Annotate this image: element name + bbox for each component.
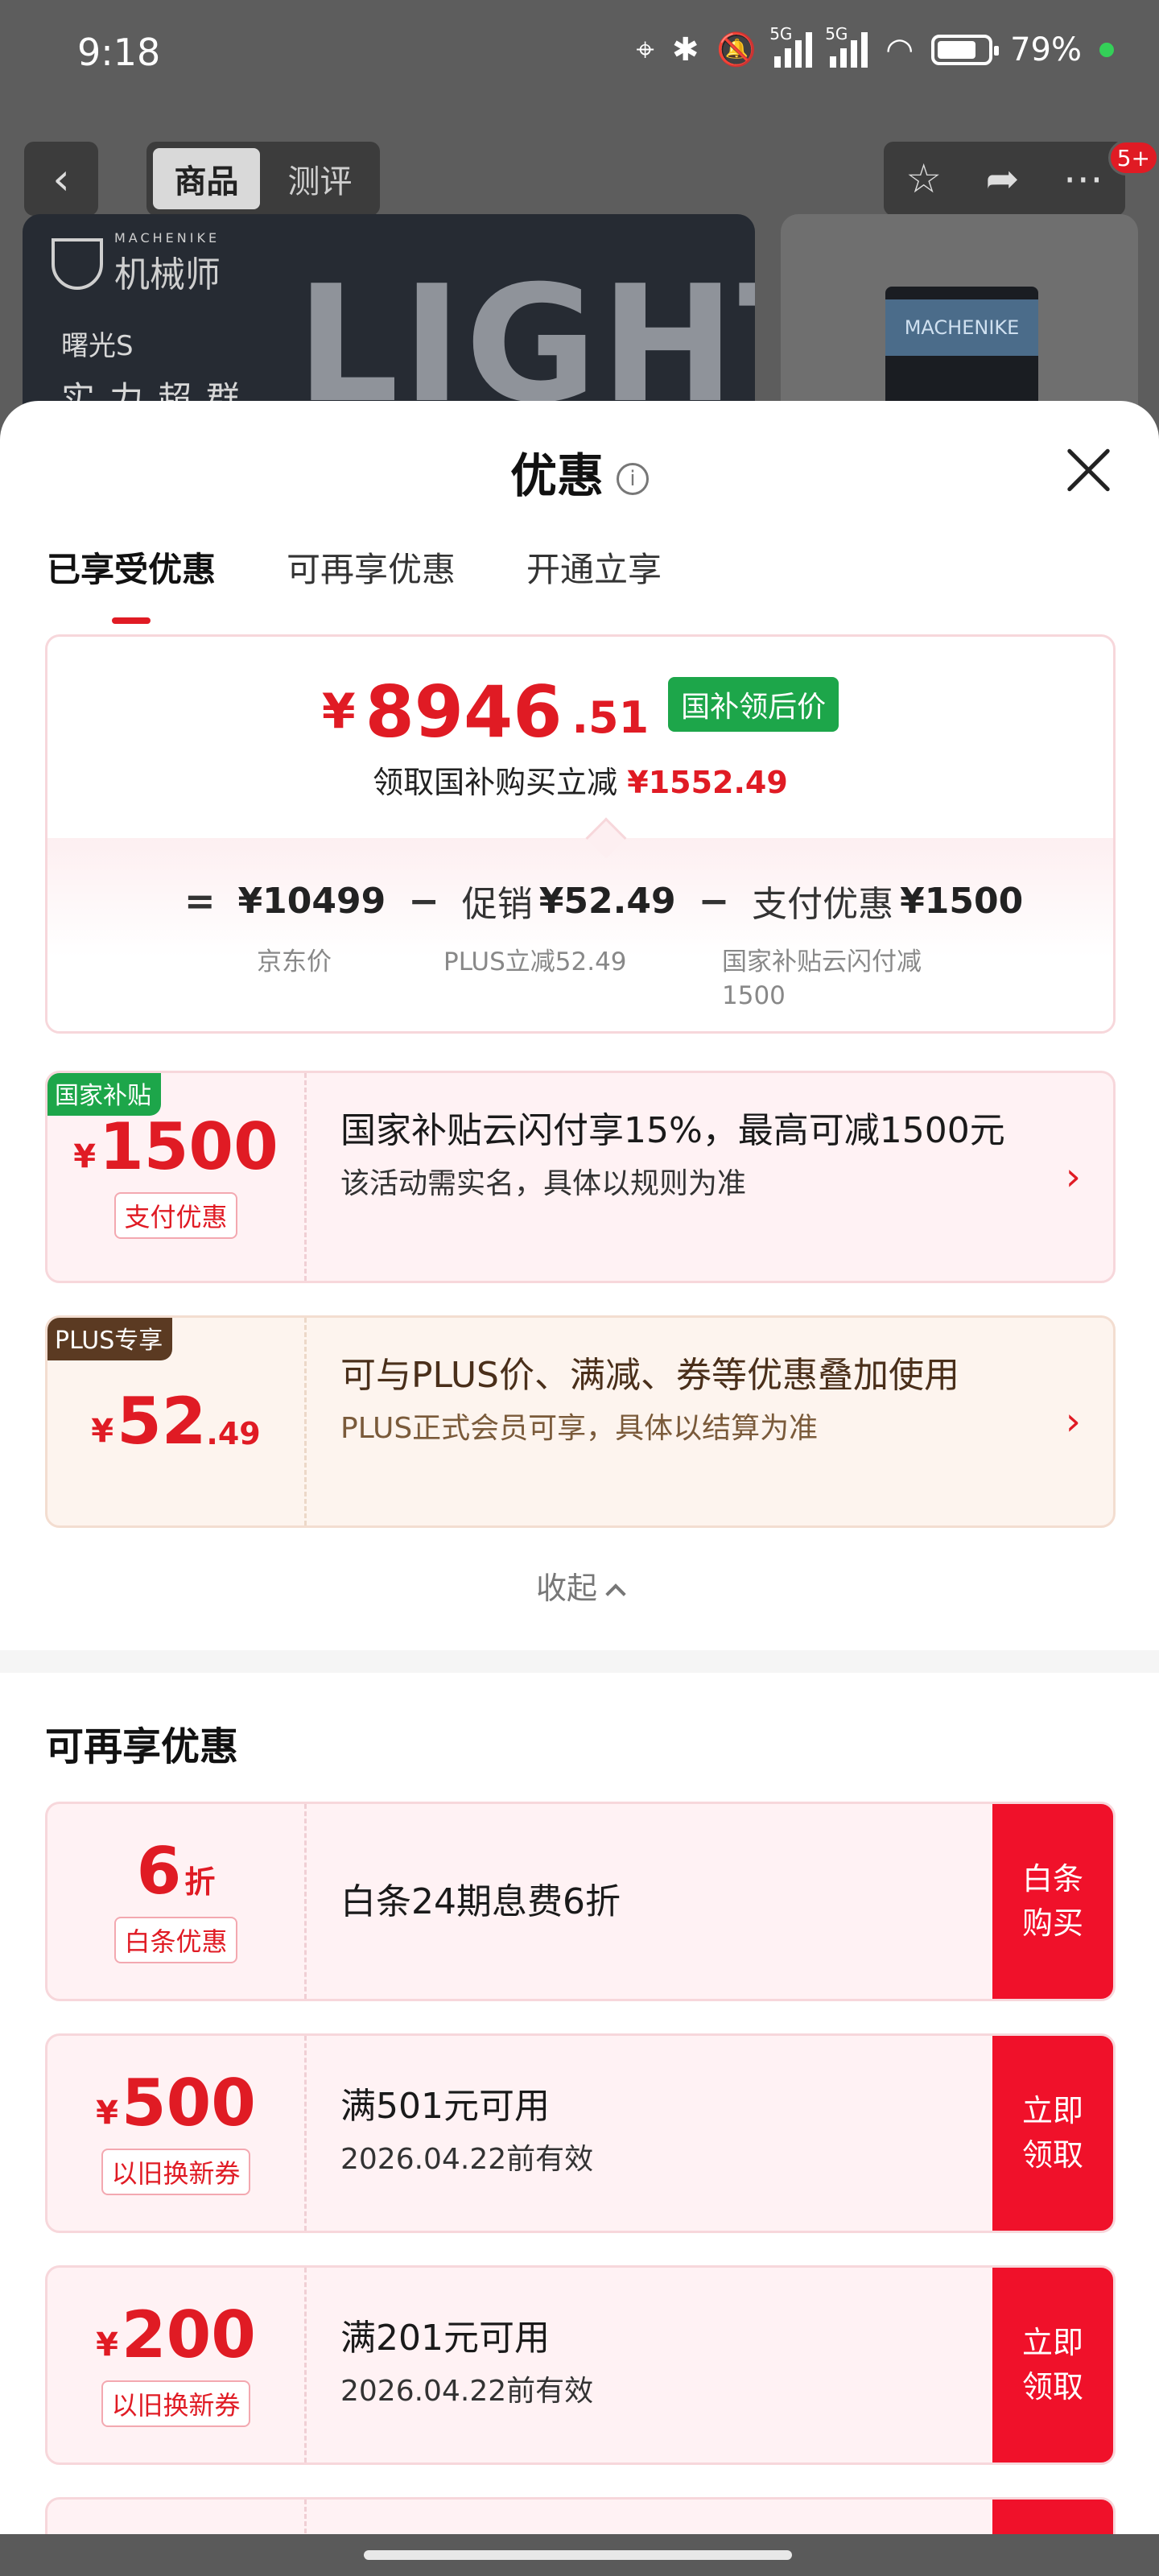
coupon-baitiao: 6折 白条优惠 白条24期息费6折 白条购买 xyxy=(45,1802,1116,2001)
base-price-value: ¥10499 xyxy=(237,880,386,922)
home-indicator-bar xyxy=(0,2534,1159,2576)
tab-review[interactable]: 测评 xyxy=(266,148,373,209)
baitiao-buy-button[interactable]: 白条购买 xyxy=(992,1804,1113,1999)
coupon-body: 国家补贴云闪付享15%，最高可减1500元 该活动需实名，具体以规则为准 xyxy=(340,1105,1041,1202)
message-badge: 5+ xyxy=(1107,140,1159,175)
coupon-title: 满201元可用 xyxy=(340,2318,550,2359)
coupon-amount-section: ¥500 以旧换新券 xyxy=(47,2036,307,2231)
coupon-national-subsidy[interactable]: ¥1500 支付优惠 国家补贴 国家补贴云闪付享15%，最高可减1500元 该活… xyxy=(45,1071,1116,1283)
coupon-type-label: 以旧换新券 xyxy=(101,2149,250,2195)
wifi-icon: ◠ xyxy=(885,31,914,68)
coupon-partial xyxy=(45,2497,1116,2534)
final-price: ¥ 8946 .51 国补领后价 xyxy=(47,677,1113,748)
pay-label: 国家补贴云闪付减 1500 xyxy=(722,947,922,1010)
star-icon[interactable]: ☆ xyxy=(905,155,942,202)
coupon-body: 满501元可用 2026.04.22前有效 xyxy=(340,2081,1041,2178)
coupon-title: 国家补贴云闪付享15%，最高可减1500元 xyxy=(340,1110,1005,1151)
coupon-corner-tag: PLUS专享 xyxy=(47,1318,173,1360)
price-breakdown: = ¥10499 − 促销 ¥52.49 − 支付优惠 ¥1500 京东价 PL… xyxy=(47,838,1113,1031)
coupon-title: 白条24期息费6折 xyxy=(340,1881,621,1922)
claim-coupon-button[interactable]: 立即领取 xyxy=(992,2268,1113,2462)
discount-sheet: 优惠 i 已享受优惠 可再享优惠 开通立享 ¥ 8946 .51 国补领后价 领取… xyxy=(0,401,1159,2534)
coupon-body: 可与PLUS价、满减、券等优惠叠加使用 PLUS正式会员可享，具体以结算为准 xyxy=(340,1350,1041,1447)
coupon-type-label: 白条优惠 xyxy=(114,1917,237,1963)
coupon-validity: 2026.04.22前有效 xyxy=(340,2374,594,2408)
breakdown-row: = ¥10499 − 促销 ¥52.49 − 支付优惠 ¥1500 xyxy=(184,875,1023,927)
chevron-right-icon: › xyxy=(1065,1154,1081,1199)
more-discounts-title: 可再享优惠 xyxy=(45,1724,239,1769)
subsidy-price-tag: 国补领后价 xyxy=(668,677,839,732)
brand-logo: MACHENIKE 机械师 xyxy=(52,230,221,297)
battery-percent: 79% xyxy=(1010,31,1082,68)
coupon-body: 白条24期息费6折 xyxy=(340,1876,1041,1928)
promo-name: 促销 xyxy=(461,884,533,925)
tab-activate[interactable]: 开通立享 xyxy=(526,543,662,592)
pay-value: ¥1500 xyxy=(900,880,1024,922)
coupon-trade-in-200: ¥200 以旧换新券 满201元可用 2026.04.22前有效 立即领取 xyxy=(45,2265,1116,2465)
collapse-button[interactable]: 收起 xyxy=(0,1563,1159,1608)
promo-value: ¥52.49 xyxy=(538,880,676,922)
section-divider xyxy=(0,1650,1159,1673)
status-icons: ⌖ ✱ 🔕 5G 5G ◠ 79% xyxy=(636,24,1114,68)
claim-coupon-button-partial[interactable] xyxy=(992,2500,1113,2534)
bluetooth-icon: ✱ xyxy=(671,31,699,68)
coupon-trade-in-500: ¥500 以旧换新券 满501元可用 2026.04.22前有效 立即领取 xyxy=(45,2033,1116,2233)
tab-product[interactable]: 商品 xyxy=(153,148,260,209)
tab-enjoyed[interactable]: 已享受优惠 xyxy=(47,543,216,624)
chevron-left-icon: ‹ xyxy=(52,153,70,204)
privacy-dot-icon xyxy=(1099,42,1114,57)
home-indicator[interactable] xyxy=(364,2550,792,2560)
pay-name: 支付优惠 xyxy=(752,884,894,925)
product-box-label: MACHENIKE xyxy=(885,299,1038,356)
coupon-corner-tag: 国家补贴 xyxy=(47,1073,161,1116)
claim-coupon-button[interactable]: 立即领取 xyxy=(992,2036,1113,2231)
saving-text: 领取国补购买立减 ¥1552.49 xyxy=(373,765,788,800)
coupon-type-label: 支付优惠 xyxy=(114,1192,237,1239)
location-icon: ⌖ xyxy=(636,31,654,68)
coupon-type-label: 以旧换新券 xyxy=(101,2380,250,2427)
coupon-amount-section: ¥200 以旧换新券 xyxy=(47,2268,307,2462)
final-price-section: ¥ 8946 .51 国补领后价 领取国补购买立减 ¥1552.49 xyxy=(47,637,1113,838)
tab-more-available[interactable]: 可再享优惠 xyxy=(287,543,456,592)
coupon-desc: 该活动需实名，具体以规则为准 xyxy=(340,1166,747,1200)
discount-tabs: 已享受优惠 可再享优惠 开通立享 xyxy=(47,543,662,624)
share-icon[interactable]: ➦ xyxy=(985,155,1019,202)
battery-icon xyxy=(931,34,1000,65)
coupon-desc: PLUS正式会员可享，具体以结算为准 xyxy=(340,1411,819,1445)
coupon-validity: 2026.04.22前有效 xyxy=(340,2142,594,2176)
coupon-amount-section: 6折 白条优惠 xyxy=(47,1804,307,1999)
status-time: 9:18 xyxy=(77,31,161,74)
back-button[interactable]: ‹ xyxy=(24,142,98,216)
signal-icon-2: 5G xyxy=(825,24,868,68)
chevron-right-icon: › xyxy=(1065,1399,1081,1444)
product-nav-tabs: 商品 测评 xyxy=(146,142,380,216)
status-bar: 9:18 ⌖ ✱ 🔕 5G 5G ◠ 79% xyxy=(0,0,1159,113)
coupon-plus-exclusive[interactable]: ¥52.49 PLUS专享 可与PLUS价、满减、券等优惠叠加使用 PLUS正式… xyxy=(45,1315,1116,1528)
mute-icon: 🔕 xyxy=(716,31,757,68)
chevron-up-icon xyxy=(605,1583,626,1604)
price-summary-card: ¥ 8946 .51 国补领后价 领取国补购买立减 ¥1552.49 = ¥10… xyxy=(45,634,1116,1034)
base-price-label: 京东价 xyxy=(257,947,332,976)
promo-label: PLUS立减52.49 xyxy=(443,947,627,976)
coupon-body: 满201元可用 2026.04.22前有效 xyxy=(340,2313,1041,2409)
coupon-amount-section xyxy=(47,2500,307,2534)
sheet-title: 优惠 i xyxy=(0,438,1159,506)
banner-product-name: 曙光S xyxy=(61,330,134,362)
coupon-title: 可与PLUS价、满减、券等优惠叠加使用 xyxy=(340,1355,959,1396)
signal-icon: 5G xyxy=(769,24,813,68)
info-icon[interactable]: i xyxy=(617,462,649,495)
brand-shield-icon xyxy=(52,237,103,290)
coupon-title: 满501元可用 xyxy=(340,2086,550,2127)
nav-actions: ☆ ➦ ⋯ xyxy=(884,142,1125,216)
more-icon[interactable]: ⋯ xyxy=(1063,155,1103,202)
close-icon[interactable] xyxy=(1062,444,1114,496)
